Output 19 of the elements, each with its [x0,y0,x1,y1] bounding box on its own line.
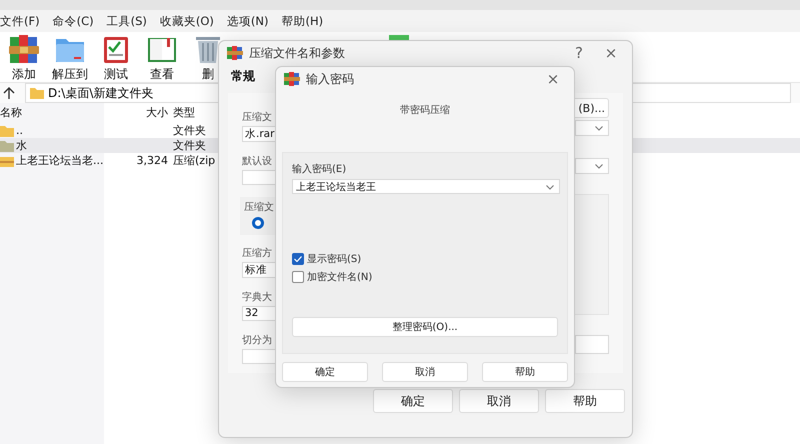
field-label: 压缩文 [242,110,273,124]
checkbox-label: 显示密码(S) [307,252,362,266]
file-name: .. [16,124,23,137]
dialog-subtitle: 带密码压缩 [399,104,451,118]
group-label: 压缩文 [243,200,275,214]
file-type: 文件夹 [172,138,206,153]
file-type: 文件夹 [172,123,206,138]
field-label: 压缩方 [242,246,273,260]
dialog-title: 压缩文件名和参数 [249,44,345,62]
file-name: 上老王论坛当老... [16,153,104,168]
file-size: 3,324 [136,154,169,167]
checkbox-label: 加密文件名(N) [307,270,372,284]
field-label: 切分为 [242,334,273,347]
dialog-title: 输入密码 [306,70,354,88]
file-name: 水 [16,138,27,153]
file-type: 压缩(zip [172,153,216,168]
field-label: 字典大 [242,290,273,304]
field-label: 输入密码(E) [292,162,348,176]
field-label: 默认设 [242,155,273,168]
